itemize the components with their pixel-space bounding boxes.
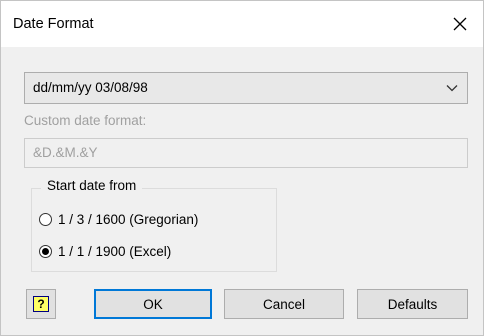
radio-excel-label: 1 / 1 / 1900 (Excel): [58, 243, 172, 259]
window-title: Date Format: [13, 16, 94, 32]
custom-date-format-field[interactable]: &D.&M.&Y: [24, 138, 468, 168]
defaults-button[interactable]: Defaults: [357, 289, 468, 319]
radio-gregorian-label: 1 / 3 / 1600 (Gregorian): [58, 211, 199, 227]
date-format-dialog: Date Format dd/mm/yy 03/08/98 Custom dat…: [0, 0, 484, 336]
date-format-select[interactable]: dd/mm/yy 03/08/98: [24, 72, 468, 104]
radio-button[interactable]: [39, 212, 52, 226]
radio-button-selected[interactable]: [39, 244, 52, 258]
ok-button[interactable]: OK: [94, 289, 212, 319]
radio-gregorian[interactable]: 1 / 3 / 1600 (Gregorian): [39, 209, 198, 229]
date-format-selected-value: dd/mm/yy 03/08/98: [33, 80, 148, 95]
chevron-down-icon: [443, 73, 461, 103]
custom-date-format-label: Custom date format:: [24, 113, 147, 128]
custom-date-format-value: &D.&M.&Y: [33, 145, 98, 160]
start-date-legend: Start date from: [41, 178, 143, 193]
cancel-button[interactable]: Cancel: [224, 289, 344, 319]
close-button[interactable]: [437, 1, 483, 47]
help-icon: ?: [33, 296, 49, 312]
help-button[interactable]: ?: [26, 289, 56, 319]
close-icon: [453, 17, 467, 31]
radio-selected-dot: [42, 247, 49, 255]
radio-excel[interactable]: 1 / 1 / 1900 (Excel): [39, 241, 171, 261]
title-bar: Date Format: [1, 1, 483, 47]
